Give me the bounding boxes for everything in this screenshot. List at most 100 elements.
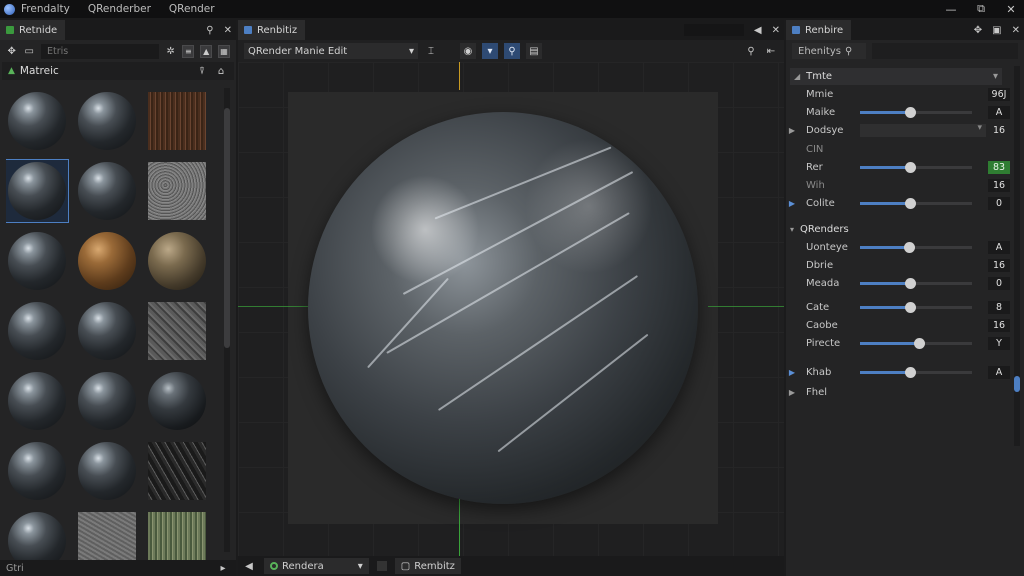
property-value-field[interactable]: A	[988, 365, 1010, 379]
collapse-icon[interactable]: ▲	[8, 66, 15, 76]
chevron-down-icon[interactable]: ▾	[993, 71, 998, 82]
tab-properties[interactable]: Renbire	[786, 20, 852, 40]
property-slider[interactable]	[860, 161, 972, 173]
material-thumbnail[interactable]	[76, 160, 138, 222]
material-thumbnail[interactable]	[146, 300, 208, 362]
material-thumbnail[interactable]	[6, 230, 68, 292]
property-slider[interactable]	[860, 337, 972, 349]
close-icon[interactable]: ✕	[772, 25, 780, 36]
move-icon[interactable]: ✥	[6, 46, 17, 57]
play-icon[interactable]: ▸	[216, 563, 230, 574]
expand-arrow-icon[interactable]: ▶	[786, 126, 798, 135]
add-folder-icon[interactable]: ⌂	[214, 66, 228, 77]
material-thumbnail[interactable]	[6, 300, 68, 362]
material-thumbnail[interactable]	[146, 160, 208, 222]
material-thumbnail[interactable]	[6, 159, 69, 223]
property-subgroup-header[interactable]: ▾ QRenders	[790, 221, 1002, 237]
3d-viewport[interactable]	[238, 62, 784, 556]
tab-render[interactable]: Rendera ▾	[264, 558, 369, 574]
property-dropdown[interactable]	[860, 123, 986, 137]
tab-viewport[interactable]: Renbitiz	[238, 20, 306, 40]
search-icon[interactable]: ⚲	[206, 25, 213, 36]
material-thumbnail[interactable]	[6, 440, 68, 502]
property-group-header[interactable]: ◢ Tmte ▾	[790, 68, 1002, 85]
menu-item-2[interactable]: QRenderber	[88, 3, 151, 15]
property-value-field[interactable]: A	[988, 105, 1010, 119]
property-slider[interactable]	[860, 197, 972, 209]
tab-materials[interactable]: Retnide	[0, 20, 66, 40]
zoom-icon[interactable]: ⚲	[504, 43, 520, 59]
scrollbar-thumb[interactable]	[1014, 376, 1020, 392]
frame-icon[interactable]: ▤	[526, 43, 542, 59]
settings-icon[interactable]: ✲	[165, 46, 176, 57]
property-slider[interactable]	[860, 277, 972, 289]
scroll-left-icon[interactable]: ◀	[242, 561, 256, 572]
expand-arrow-icon[interactable]: ▶	[786, 388, 798, 397]
scrollbar[interactable]	[1014, 66, 1020, 446]
property-slider[interactable]	[860, 106, 972, 118]
property-slider[interactable]	[860, 366, 972, 378]
scrollbar[interactable]	[224, 88, 230, 552]
image-view-icon[interactable]: ▦	[218, 44, 230, 58]
property-slider[interactable]	[860, 241, 972, 253]
render-mode-select[interactable]: QRender Manie Edit ▾	[244, 43, 418, 59]
slider-handle[interactable]	[905, 197, 917, 209]
slider-handle[interactable]	[904, 241, 916, 253]
scrollbar-thumb[interactable]	[224, 108, 230, 348]
property-value-field[interactable]: 16	[988, 258, 1010, 272]
slider-handle[interactable]	[905, 301, 917, 313]
property-value-field[interactable]: 0	[988, 196, 1010, 210]
property-value-field[interactable]: Y	[988, 336, 1010, 350]
tab-render-settings[interactable]: ▢ Rembitz	[394, 558, 461, 574]
slider-handle[interactable]	[905, 366, 917, 378]
property-value-field[interactable]: 8	[988, 300, 1010, 314]
property-value-field[interactable]: A	[988, 240, 1010, 254]
minimize-icon[interactable]: —	[944, 3, 958, 16]
property-search-input[interactable]: Ehenitys ⚲	[792, 43, 866, 59]
material-thumbnail[interactable]	[146, 370, 208, 432]
list-view-icon[interactable]: ≡	[182, 44, 195, 58]
property-value-field[interactable]: 0	[988, 276, 1010, 290]
search-icon[interactable]: ⚲	[744, 46, 758, 57]
menu-item-3[interactable]: QRender	[169, 3, 215, 15]
search-field-rest[interactable]	[872, 43, 1018, 59]
material-thumbnail[interactable]	[146, 510, 208, 560]
expand-arrow-icon[interactable]: ▶	[786, 368, 798, 377]
grid-view-icon[interactable]: ▲	[200, 44, 213, 58]
slider-handle[interactable]	[905, 277, 917, 289]
expand-arrow-icon[interactable]: ▶	[786, 199, 798, 208]
expand-icon[interactable]: ◀	[754, 25, 762, 36]
folder-icon[interactable]: ▭	[23, 46, 34, 57]
property-value-field[interactable]: 16	[988, 178, 1010, 192]
material-thumbnail[interactable]	[76, 440, 138, 502]
property-value-field[interactable]: 96J	[988, 87, 1010, 101]
layout-icon[interactable]: ⇤	[764, 46, 778, 57]
slider-handle[interactable]	[905, 161, 917, 173]
materials-section-header[interactable]: ▲ Matreic ⍒ ⌂	[2, 62, 234, 80]
camera-icon[interactable]: ◉	[460, 43, 476, 59]
material-preview-sphere[interactable]	[308, 112, 698, 504]
close-icon[interactable]: ✕	[1004, 3, 1018, 16]
slider-handle[interactable]	[914, 337, 926, 349]
material-thumbnail[interactable]	[146, 90, 208, 152]
pin-icon[interactable]: ⌶	[424, 46, 438, 57]
property-slider[interactable]	[860, 301, 972, 313]
material-thumbnail[interactable]	[6, 510, 68, 560]
restore-icon[interactable]: ⧉	[974, 2, 988, 16]
property-value-field[interactable]: 16	[988, 318, 1010, 332]
slider-handle[interactable]	[905, 106, 917, 118]
material-thumbnail[interactable]	[76, 370, 138, 432]
material-thumbnail[interactable]	[76, 510, 138, 560]
pin-icon[interactable]: ✥	[974, 25, 982, 36]
material-thumbnail[interactable]	[76, 300, 138, 362]
material-thumbnail[interactable]	[76, 90, 138, 152]
property-value-field[interactable]: 83	[988, 160, 1010, 174]
material-thumbnail[interactable]	[76, 230, 138, 292]
close-icon[interactable]: ✕	[1012, 25, 1020, 36]
material-thumbnail[interactable]	[6, 90, 68, 152]
material-thumbnail[interactable]	[146, 230, 208, 292]
filter-icon[interactable]: ⍒	[195, 66, 209, 77]
material-thumbnail[interactable]	[146, 440, 208, 502]
dropdown-icon[interactable]: ▾	[482, 43, 498, 59]
close-icon[interactable]: ✕	[224, 25, 232, 36]
